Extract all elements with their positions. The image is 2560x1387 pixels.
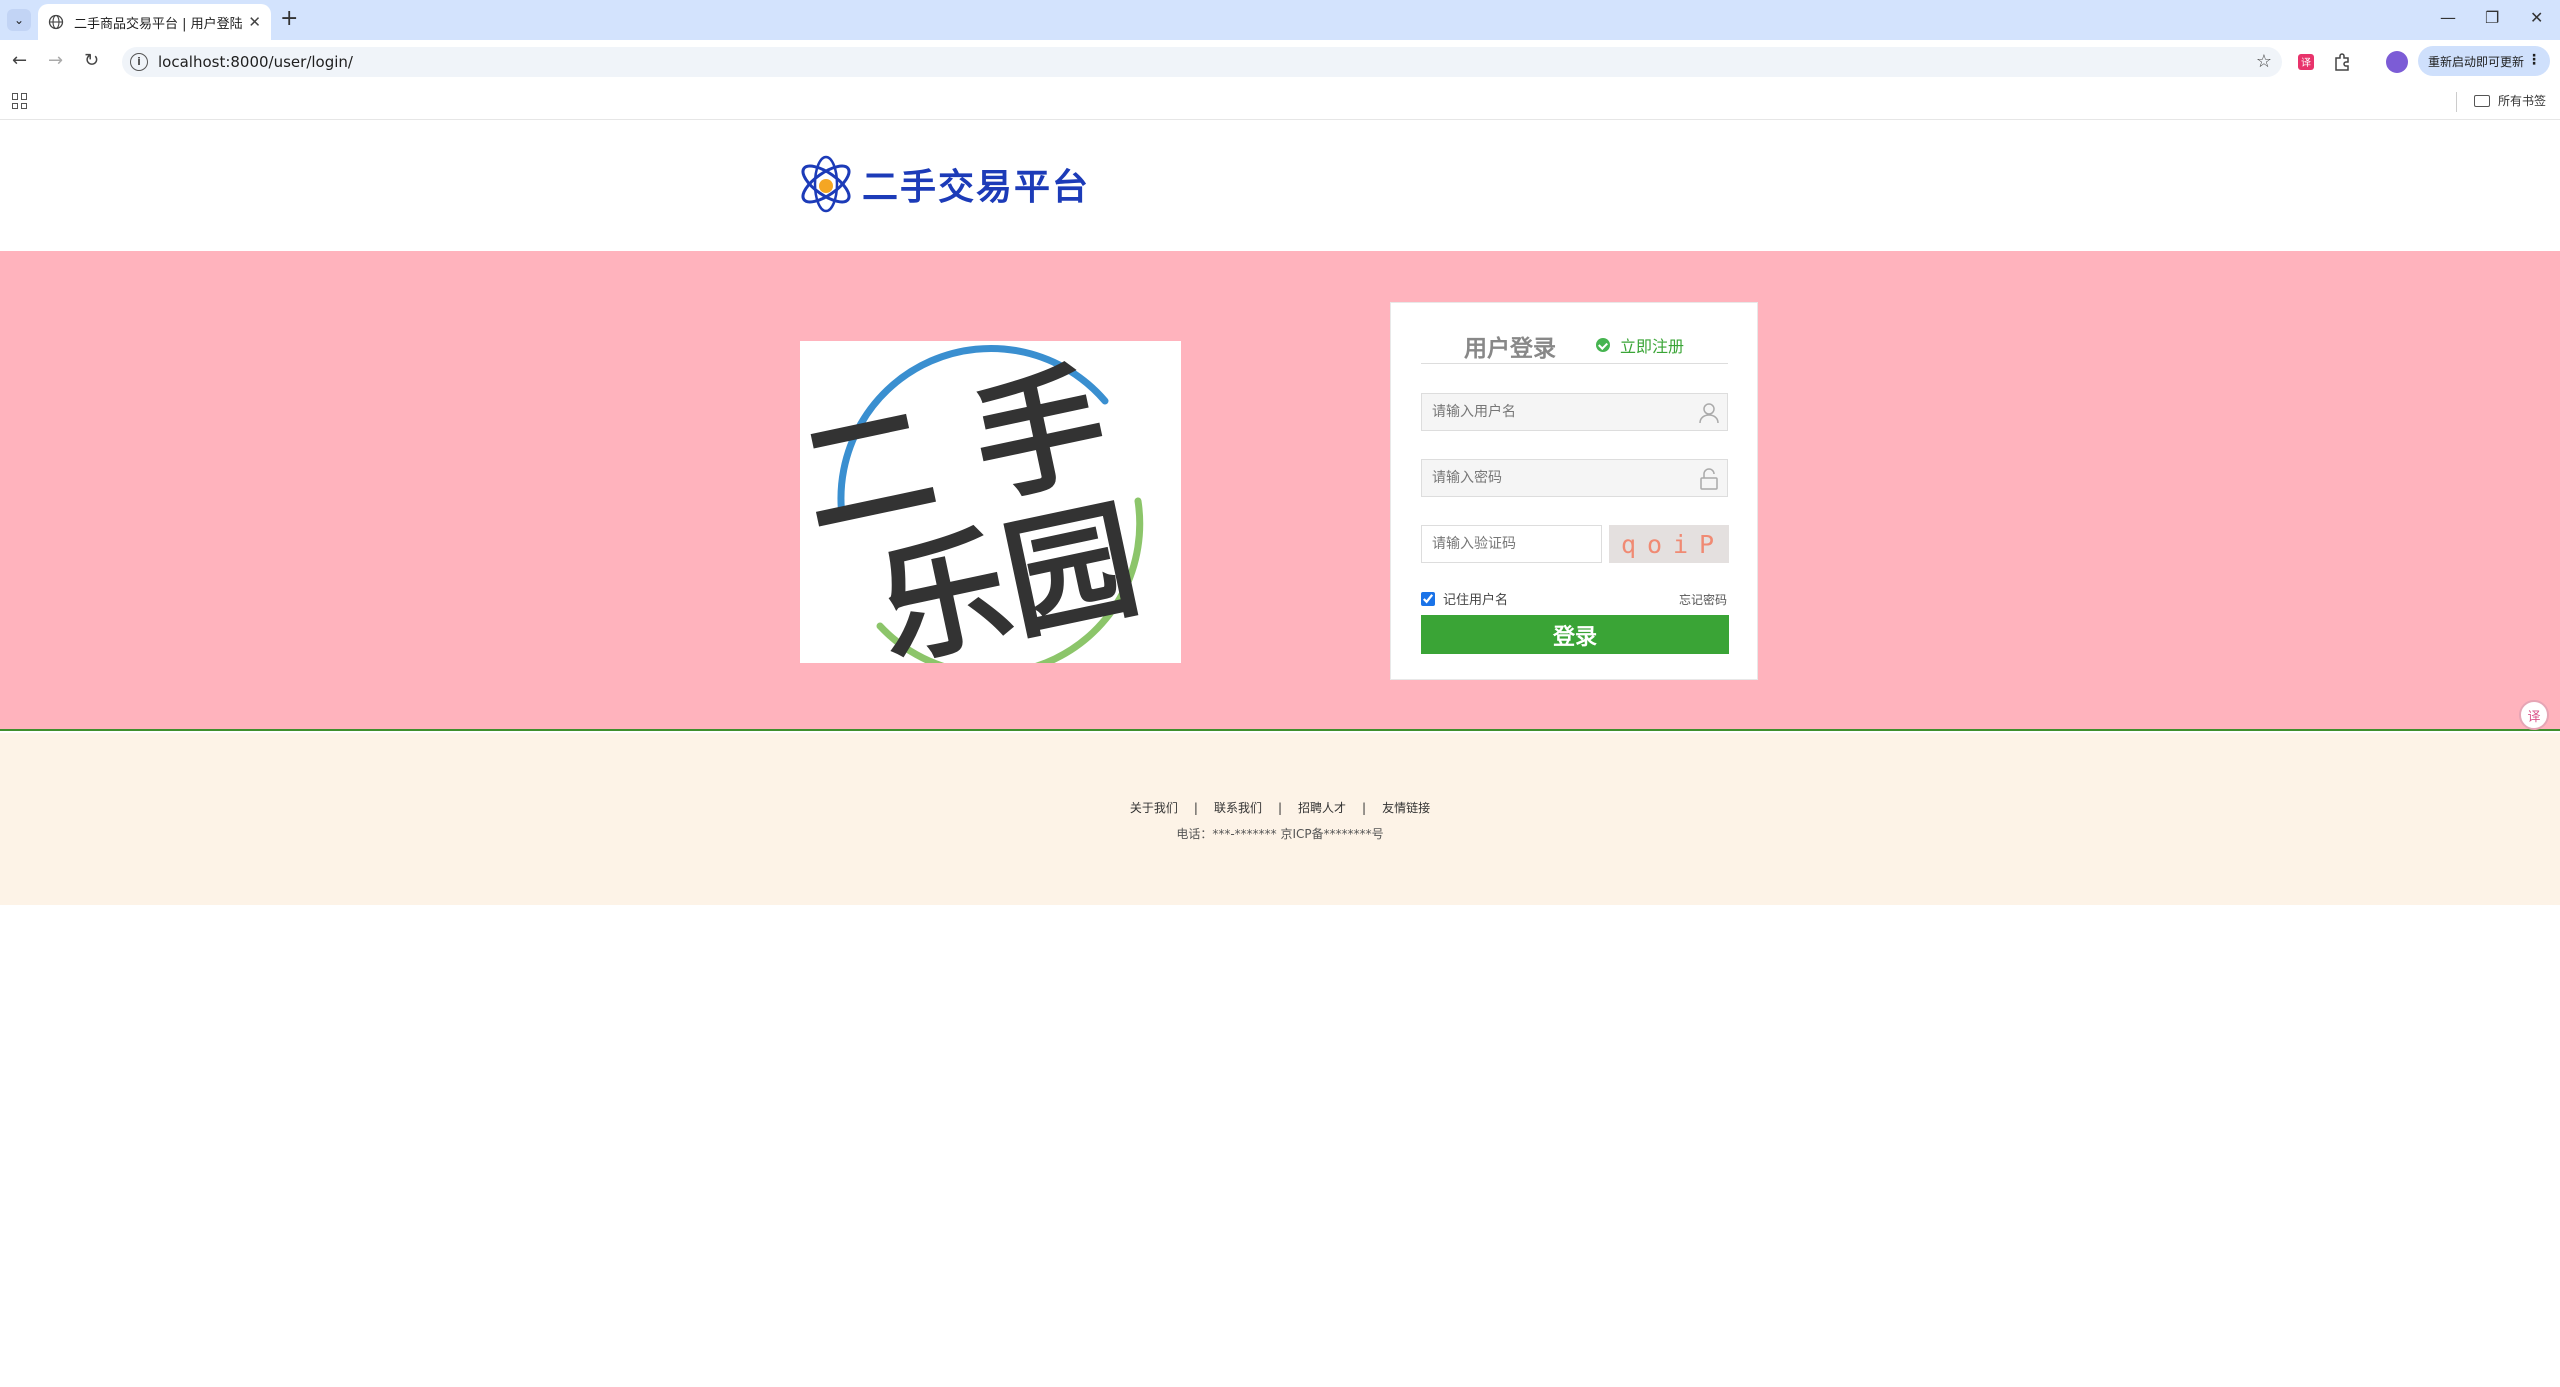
footer-separator: |	[1277, 801, 1283, 815]
footer-separator: |	[1193, 801, 1198, 815]
site-footer: 关于我们 | 联系我们 | 招聘人才 | 友情链接 电话：***-******* 京ICP备…	[0, 733, 2560, 905]
register-link[interactable]: 立即注册	[1596, 333, 1684, 357]
register-label: 立即注册	[1620, 337, 1685, 356]
window-close-icon[interactable]: ✕	[2530, 8, 2543, 27]
site-logo[interactable]: 二手交易平台	[796, 151, 1090, 217]
password-input[interactable]	[1422, 460, 1727, 496]
captcha-char: q	[1620, 529, 1640, 559]
password-field-wrap	[1421, 459, 1728, 497]
forgot-password-link[interactable]: 忘记密码	[1679, 591, 1727, 608]
login-button[interactable]: 登录	[1421, 615, 1729, 654]
captcha-image[interactable]: q o i P	[1609, 525, 1729, 563]
check-circle-icon	[1596, 338, 1610, 352]
tab-close-icon[interactable]: ✕	[248, 13, 261, 31]
site-header: 二手交易平台	[0, 121, 2560, 251]
footer-separator: |	[1362, 801, 1367, 815]
footer-contact-info: 电话：***-******* 京ICP备********号	[1176, 827, 1384, 841]
promo-image: 二 手 乐园	[800, 341, 1181, 663]
update-label: 重新启动即可更新	[2428, 54, 2525, 69]
bookmark-star-icon[interactable]: ☆	[2256, 51, 2272, 72]
remember-username[interactable]: 记住用户名	[1421, 589, 1508, 608]
minimize-icon[interactable]: —	[2440, 8, 2456, 27]
browser-tab-strip: ⌄ 二手商品交易平台 | 用户登陆 ✕ + — ❐ ✕	[0, 0, 2560, 40]
login-header: 用户登录 立即注册	[1421, 329, 1728, 364]
site-info-icon[interactable]: i	[130, 53, 148, 71]
captcha-char: P	[1698, 529, 1718, 559]
footer-link-about[interactable]: 关于我们	[1130, 801, 1178, 815]
username-field-wrap	[1421, 393, 1728, 431]
username-input[interactable]	[1422, 394, 1727, 430]
bookmarks-divider	[2456, 92, 2457, 112]
remember-checkbox[interactable]	[1421, 591, 1435, 606]
all-bookmarks-button[interactable]: 所有书签	[2474, 92, 2546, 109]
login-panel: 用户登录 立即注册 q o i P	[1390, 302, 1758, 680]
extension-badge-icon[interactable]: 译	[2296, 52, 2316, 72]
translate-float-icon[interactable]: 译	[2519, 700, 2549, 730]
captcha-char: i	[1672, 529, 1692, 559]
address-bar[interactable]: i localhost:8000/user/login/ ☆	[122, 47, 2282, 77]
bookmarks-bar: 所有书签	[0, 84, 2560, 120]
back-icon[interactable]: ←	[12, 50, 27, 71]
all-bookmarks-label: 所有书签	[2498, 94, 2547, 108]
footer-link-friends[interactable]: 友情链接	[1382, 801, 1430, 815]
folder-icon	[2474, 94, 2490, 107]
footer-link-contact[interactable]: 联系我们	[1214, 801, 1262, 815]
captcha-input[interactable]	[1422, 526, 1601, 562]
url-text[interactable]: localhost:8000/user/login/	[158, 53, 353, 71]
remember-label: 记住用户名	[1443, 593, 1509, 608]
promo-circle-graphic: 二 手 乐园	[800, 344, 1150, 663]
atom-logo-icon	[801, 155, 851, 213]
globe-icon	[48, 14, 64, 30]
restore-icon[interactable]: ❐	[2485, 8, 2499, 27]
svg-text:译: 译	[2301, 57, 2311, 69]
apps-grid-icon[interactable]	[12, 93, 28, 109]
update-button[interactable]: 重新启动即可更新 ⋮	[2418, 46, 2550, 76]
login-banner: 二 手 乐园 用户登录 立即注册 请输入用户名 请输入验证码 q o i P 记…	[0, 251, 2560, 731]
new-tab-icon[interactable]: +	[280, 7, 298, 31]
reload-icon[interactable]: ↻	[84, 50, 99, 71]
browser-toolbar: ← → ↻ i localhost:8000/user/login/ ☆ 译 重…	[0, 40, 2560, 84]
captcha-char: o	[1646, 529, 1666, 559]
profile-avatar[interactable]	[2386, 51, 2408, 73]
forward-icon[interactable]: →	[48, 50, 63, 71]
lock-icon	[1700, 468, 1718, 490]
footer-links: 关于我们 | 联系我们 | 招聘人才 | 友情链接	[0, 799, 2560, 816]
logo-text: 二手交易平台	[862, 167, 1091, 208]
user-icon	[1699, 403, 1719, 424]
login-title: 用户登录	[1464, 336, 1556, 362]
extensions-puzzle-icon[interactable]	[2332, 52, 2352, 72]
captcha-field-wrap	[1421, 525, 1602, 563]
footer-link-jobs[interactable]: 招聘人才	[1298, 801, 1346, 815]
browser-tab-active[interactable]: 二手商品交易平台 | 用户登陆 ✕	[38, 4, 271, 40]
menu-kebab-icon: ⋮	[2527, 52, 2541, 68]
tab-search-chevron-icon[interactable]: ⌄	[7, 9, 31, 31]
tab-title: 二手商品交易平台 | 用户登陆	[74, 16, 243, 32]
